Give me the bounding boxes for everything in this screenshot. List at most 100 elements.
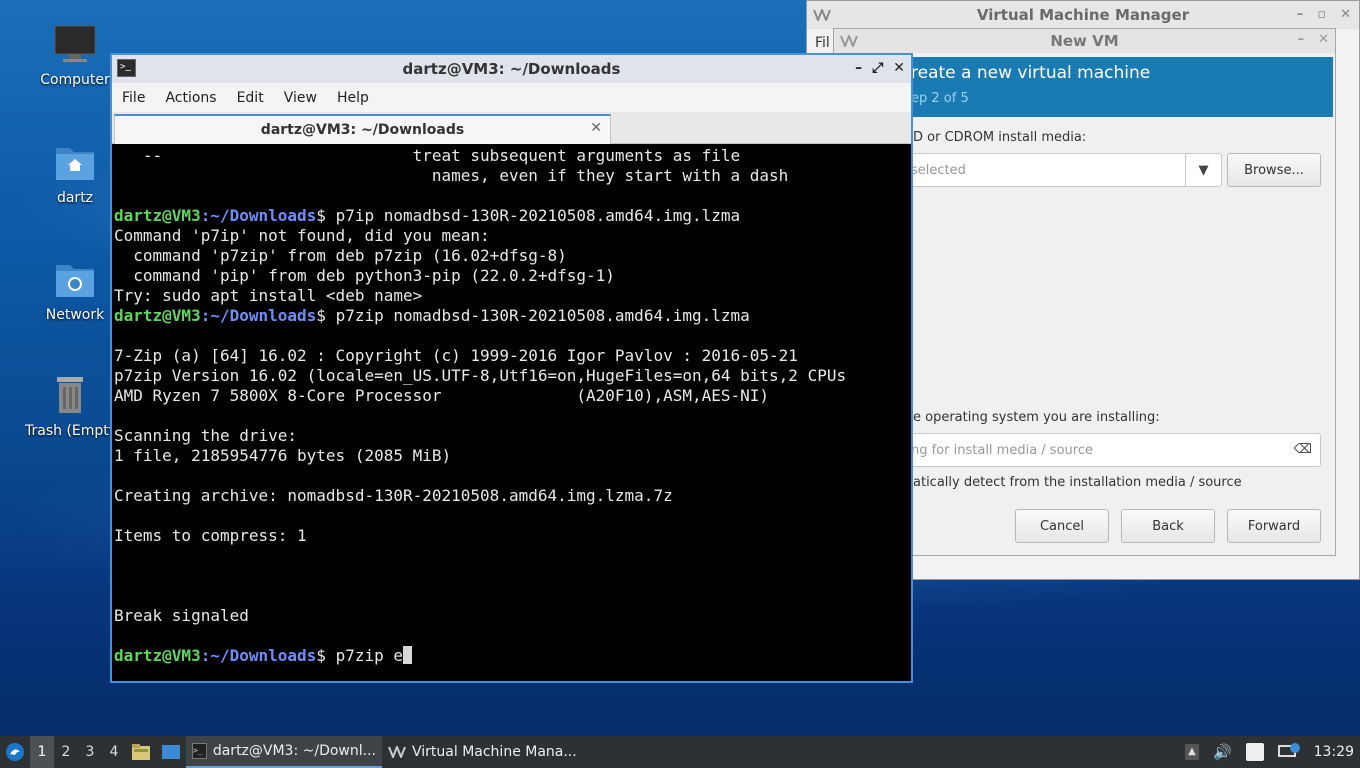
install-media-value: selected bbox=[911, 162, 966, 178]
vmm-icon bbox=[840, 35, 858, 47]
tray-up-icon[interactable]: ▲ bbox=[1184, 744, 1199, 760]
terminal-output-line: 1 file, 2185954776 bytes (2085 MiB) bbox=[114, 446, 452, 465]
prompt-symbol: $ bbox=[316, 306, 336, 325]
file-manager-launcher[interactable] bbox=[126, 736, 156, 768]
close-icon[interactable]: ✕ bbox=[1340, 7, 1351, 22]
newvm-header-title: reate a new virtual machine bbox=[911, 63, 1151, 83]
taskbar-item-terminal[interactable]: >_ dartz@VM3: ~/Downl... bbox=[186, 736, 382, 768]
network-status-icon[interactable] bbox=[1277, 743, 1300, 761]
terminal-tabbar: dartz@VM3: ~/Downloads ✕ bbox=[112, 112, 911, 144]
start-menu-button[interactable] bbox=[0, 736, 30, 768]
auto-detect-label[interactable]: atically detect from the installation me… bbox=[913, 475, 1242, 490]
workspace-1[interactable]: 1 bbox=[30, 736, 54, 768]
system-tray: ▲ 🔊 13:29 bbox=[1184, 736, 1360, 768]
computer-icon bbox=[53, 22, 97, 66]
maximize-icon[interactable]: ⤢ bbox=[872, 60, 883, 76]
os-search-placeholder: ng for install media / source bbox=[911, 442, 1093, 458]
vmm-titlebar[interactable]: Virtual Machine Manager – ▫ ✕ bbox=[807, 1, 1359, 29]
vmm-menu-file[interactable]: Fil bbox=[815, 35, 830, 51]
menu-help[interactable]: Help bbox=[337, 90, 369, 106]
clipboard-icon[interactable] bbox=[1245, 743, 1264, 761]
newvm-title: New VM bbox=[1050, 32, 1119, 50]
taskbar-item-vmm[interactable]: Virtual Machine Mana... bbox=[382, 736, 583, 768]
maximize-icon[interactable]: ▫ bbox=[1317, 7, 1326, 22]
minimize-icon[interactable]: – bbox=[1297, 7, 1304, 22]
vmm-title: Virtual Machine Manager bbox=[976, 6, 1190, 24]
close-icon[interactable]: ✕ bbox=[893, 60, 905, 76]
terminal-tab-label: dartz@VM3: ~/Downloads bbox=[260, 122, 465, 138]
os-search-input[interactable]: ng for install media / source ⌫ bbox=[910, 433, 1321, 467]
terminal-output-line: Break signaled bbox=[114, 606, 249, 625]
menu-file[interactable]: File bbox=[122, 90, 145, 106]
workspace-3[interactable]: 3 bbox=[78, 736, 102, 768]
close-icon[interactable]: ✕ bbox=[1318, 32, 1329, 47]
terminal-tab[interactable]: dartz@VM3: ~/Downloads ✕ bbox=[114, 114, 611, 144]
workspace-4[interactable]: 4 bbox=[102, 736, 126, 768]
terminal-output-line: -- treat subsequent arguments as file bbox=[114, 146, 741, 165]
workspace-2[interactable]: 2 bbox=[54, 736, 78, 768]
menu-edit[interactable]: Edit bbox=[237, 90, 264, 106]
terminal-icon: >_ bbox=[117, 59, 136, 77]
terminal-output-line: Try: sudo apt install <deb name> bbox=[114, 286, 423, 305]
prompt-user: dartz@VM3 bbox=[114, 646, 201, 665]
terminal-output-line: Command 'p7ip' not found, did you mean: bbox=[114, 226, 490, 245]
clock[interactable]: 13:29 bbox=[1314, 744, 1354, 760]
cancel-button[interactable]: Cancel bbox=[1015, 509, 1109, 543]
newvm-titlebar[interactable]: New VM – ✕ bbox=[834, 29, 1335, 53]
show-desktop-launcher[interactable] bbox=[156, 736, 186, 768]
taskbar-item-label: Virtual Machine Mana... bbox=[412, 744, 577, 760]
terminal-output-line: names, even if they start with a dash bbox=[114, 166, 789, 185]
command-text: p7zip e bbox=[335, 646, 403, 665]
clear-icon[interactable]: ⌫ bbox=[1294, 442, 1312, 457]
browse-button[interactable]: Browse... bbox=[1227, 153, 1321, 187]
minimize-icon[interactable]: – bbox=[855, 60, 862, 76]
file-manager-icon bbox=[132, 744, 150, 760]
terminal-output-line: Items to compress: 1 bbox=[114, 526, 307, 545]
terminal-output-line: AMD Ryzen 7 5800X 8-Core Processor (A20F… bbox=[114, 386, 770, 405]
terminal-output[interactable]: -- treat subsequent arguments as file na… bbox=[114, 146, 909, 679]
vmm-icon bbox=[388, 746, 406, 758]
command-text: p7ip nomadbsd-130R-20210508.amd64.img.lz… bbox=[335, 206, 741, 225]
terminal-output-line: command 'pip' from deb python3-pip (22.0… bbox=[114, 266, 615, 285]
desktop-icon bbox=[162, 745, 180, 759]
prompt-path: :~/Downloads bbox=[200, 206, 317, 225]
minimize-icon[interactable]: – bbox=[1298, 32, 1305, 47]
forward-button[interactable]: Forward bbox=[1227, 509, 1321, 543]
menu-view[interactable]: View bbox=[284, 90, 317, 106]
terminal-prompt-line: dartz@VM3:~/Downloads$ p7ip nomadbsd-130… bbox=[114, 206, 909, 226]
terminal-titlebar[interactable]: >_ dartz@VM3: ~/Downloads – ⤢ ✕ bbox=[112, 55, 911, 83]
terminal-window[interactable]: >_ dartz@VM3: ~/Downloads – ⤢ ✕ File Act… bbox=[110, 53, 913, 683]
prompt-symbol: $ bbox=[316, 646, 336, 665]
chevron-down-icon[interactable]: ▼ bbox=[1185, 154, 1221, 186]
menu-actions[interactable]: Actions bbox=[165, 90, 216, 106]
lubuntu-logo-icon bbox=[6, 743, 24, 761]
terminal-icon: >_ bbox=[192, 743, 207, 759]
text-cursor bbox=[403, 646, 412, 664]
terminal-output-line: Scanning the drive: bbox=[114, 426, 298, 445]
install-media-combo[interactable]: selected ▼ bbox=[910, 153, 1222, 187]
close-tab-icon[interactable]: ✕ bbox=[590, 120, 602, 136]
prompt-user: dartz@VM3 bbox=[114, 206, 201, 225]
prompt-user: dartz@VM3 bbox=[114, 306, 201, 325]
terminal-output-line: 7-Zip (a) [64] 16.02 : Copyright (c) 199… bbox=[114, 346, 798, 365]
desktop-icon-label: Trash (Empty) bbox=[25, 423, 115, 439]
terminal-output-line: command 'p7zip' from deb p7zip (16.02+df… bbox=[114, 246, 567, 265]
terminal-prompt-line: dartz@VM3:~/Downloads$ p7zip nomadbsd-13… bbox=[114, 306, 909, 326]
back-button[interactable]: Back bbox=[1121, 509, 1215, 543]
terminal-output-line: Creating archive: nomadbsd-130R-20210508… bbox=[114, 486, 673, 505]
network-folder-icon bbox=[53, 257, 97, 301]
terminal-prompt-line: dartz@VM3:~/Downloads$ p7zip e bbox=[114, 646, 909, 666]
taskbar-item-label: dartz@VM3: ~/Downl... bbox=[212, 743, 376, 759]
desktop-icon-trash[interactable]: Trash (Empty) bbox=[25, 373, 115, 439]
os-label: e operating system you are installing: bbox=[913, 410, 1160, 425]
prompt-path: :~/Downloads bbox=[200, 306, 317, 325]
volume-icon[interactable]: 🔊 bbox=[1213, 743, 1232, 761]
